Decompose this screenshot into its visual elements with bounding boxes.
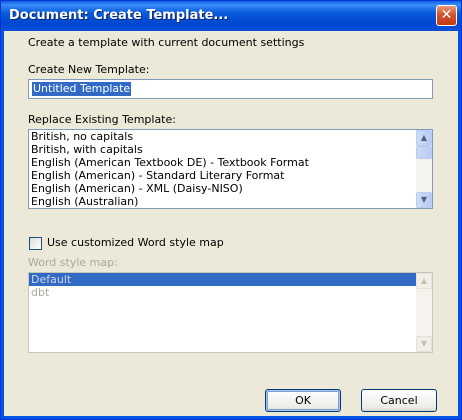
custom-style-map-label[interactable]: Use customized Word style map — [47, 236, 224, 249]
list-item[interactable]: English (American) - XML (Daisy-NISO) — [29, 182, 432, 195]
description-text: Create a template with current document … — [28, 36, 305, 49]
list-item[interactable]: English (Australian) — [29, 195, 432, 208]
scroll-up-button[interactable]: ▲ — [416, 130, 432, 146]
word-style-map-list: Default dbt ▲ ▼ — [28, 272, 433, 353]
scroll-thumb[interactable] — [416, 146, 432, 159]
list-item: Default — [29, 273, 432, 286]
custom-style-map-checkbox[interactable] — [29, 237, 42, 250]
close-icon: ✕ — [440, 7, 453, 23]
new-template-value: Untitled Template — [32, 82, 132, 96]
style-map-scrollbar: ▲ ▼ — [416, 273, 432, 352]
dialog-client-area: Create a template with current document … — [4, 31, 458, 416]
templates-scrollbar[interactable]: ▲ ▼ — [416, 130, 432, 208]
new-template-input[interactable]: Untitled Template — [28, 79, 433, 99]
close-button[interactable]: ✕ — [436, 5, 457, 26]
list-item[interactable]: English (American Textbook DE) - Textboo… — [29, 156, 432, 169]
title-bar[interactable]: Document: Create Template... ✕ — [1, 1, 461, 31]
replace-template-label: Replace Existing Template: — [28, 113, 176, 126]
word-style-map-label: Word style map: — [28, 256, 118, 269]
list-item[interactable]: British, no capitals — [29, 130, 432, 143]
list-item: dbt — [31, 286, 50, 299]
new-template-label: Create New Template: — [28, 63, 150, 76]
arrow-up-icon: ▲ — [420, 276, 428, 285]
window-title: Document: Create Template... — [9, 8, 229, 23]
arrow-up-icon: ▲ — [420, 133, 428, 142]
existing-templates-list[interactable]: British, no capitals British, with capit… — [28, 129, 433, 209]
scroll-down-button: ▼ — [416, 336, 432, 352]
arrow-down-icon: ▼ — [420, 339, 428, 348]
list-item[interactable]: British, with capitals — [29, 143, 432, 156]
arrow-down-icon: ▼ — [420, 195, 428, 204]
ok-button[interactable]: OK — [265, 389, 341, 412]
list-item[interactable]: English (American) - Standard Literary F… — [29, 169, 432, 182]
scroll-up-button: ▲ — [416, 273, 432, 289]
scroll-down-button[interactable]: ▼ — [416, 192, 432, 208]
dialog-window: Document: Create Template... ✕ Create a … — [0, 0, 462, 420]
cancel-button[interactable]: Cancel — [361, 389, 437, 412]
